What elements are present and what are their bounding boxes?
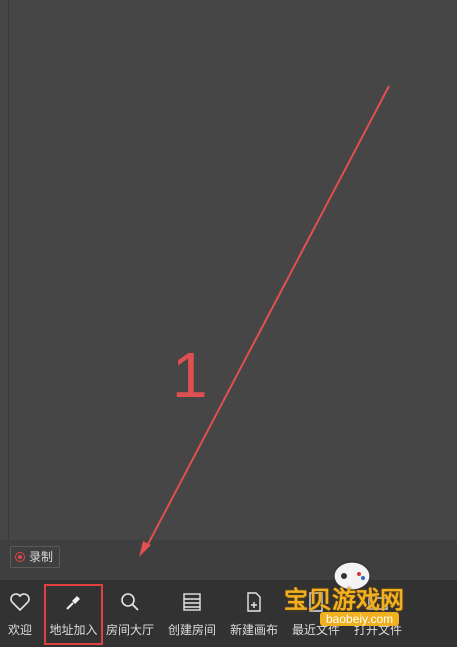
new-file-icon [244, 588, 264, 616]
toolbar-label: 创建房间 [167, 623, 216, 637]
watermark-url: baobeiy.com [320, 612, 400, 626]
toolbar-item-welcome[interactable]: 欢迎 [4, 580, 36, 647]
record-label: 录制 [29, 550, 54, 564]
step-number: 1 [172, 339, 208, 411]
toolbar-label: 新建画布 [229, 623, 278, 637]
watermark: 宝贝游戏网 baobeiy.com [280, 560, 450, 640]
record-icon [15, 552, 25, 562]
toolbar-label: 欢迎 [7, 623, 32, 637]
toolbar-item-room-lobby[interactable]: 房间大厅 [104, 580, 156, 647]
heart-icon [9, 588, 31, 616]
record-button[interactable]: 录制 [10, 546, 61, 568]
watermark-text: 宝贝游戏网 [284, 586, 404, 614]
search-icon [119, 588, 141, 616]
highlight-box [44, 584, 103, 645]
toolbar-label: 房间大厅 [105, 623, 154, 637]
toolbar-item-create-room[interactable]: 创建房间 [166, 580, 218, 647]
toolbar-item-new-canvas[interactable]: 新建画布 [228, 580, 280, 647]
drawing-canvas[interactable] [8, 0, 457, 541]
list-icon [182, 588, 202, 616]
